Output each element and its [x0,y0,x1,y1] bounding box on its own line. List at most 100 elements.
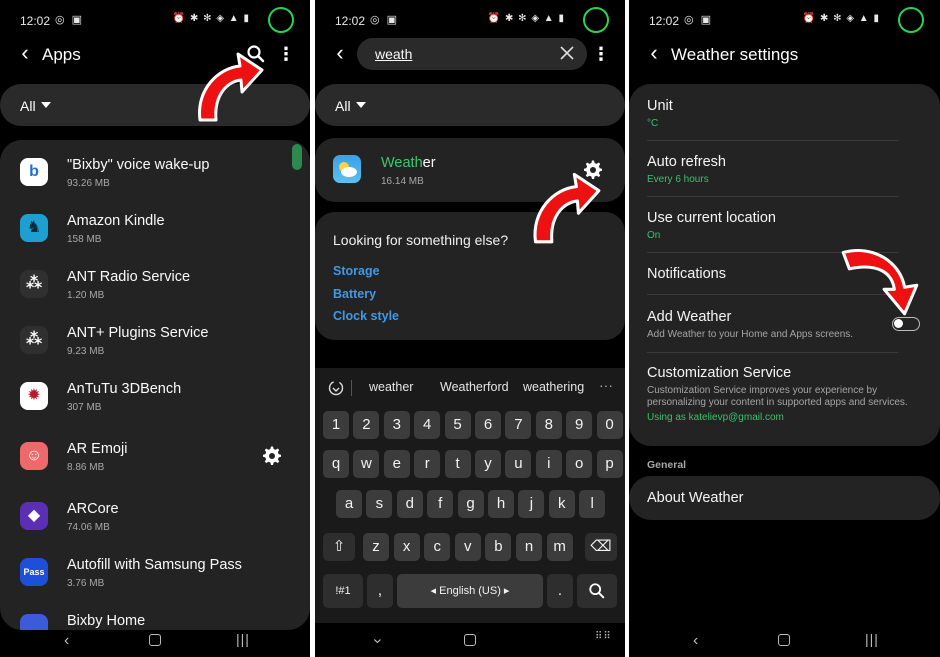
back-arrow-icon[interactable]: ‹ [329,42,351,66]
setting-unit[interactable]: Unit °C [647,98,917,129]
key-b[interactable]: b [485,533,512,561]
navigation-bar: ‹ ||| [0,627,310,657]
key-g[interactable]: g [457,490,484,518]
about-weather-item[interactable]: About Weather [629,476,940,520]
nav-back-icon[interactable]: ‹ [64,632,69,650]
key-t[interactable]: t [444,450,471,478]
divider [647,140,898,141]
back-arrow-icon[interactable]: ‹ [643,42,665,66]
key-space[interactable]: ◂ English (US) ▸ [397,574,543,608]
app-icon: ⁂ [20,270,48,298]
kb-suggestion-3[interactable]: weathering [523,380,584,394]
key-1[interactable]: 1 [323,411,349,439]
link-clock-style[interactable]: Clock style [333,309,399,323]
key-comma[interactable]: , [367,574,393,608]
search-bar: ‹ weath ⋮ [315,34,625,76]
key-x[interactable]: x [393,533,420,561]
key-v[interactable]: v [454,533,481,561]
app-list-item[interactable]: Pass Autofill with Samsung Pass 3.76 MB [0,546,310,602]
page-title: Weather settings [671,45,799,64]
key-h[interactable]: h [488,490,514,518]
nav-home-icon[interactable] [149,634,161,646]
key-backspace[interactable]: ⌫ [585,533,617,561]
nav-home-icon[interactable] [464,634,476,646]
link-storage[interactable]: Storage [333,264,380,278]
app-list-item[interactable]: ⁂ ANT Radio Service 1.20 MB [0,258,310,314]
notification-icons: ◎ ▣ [55,14,85,26]
key-0[interactable]: 0 [596,411,623,439]
keyboard-switch-icon[interactable]: ⠿⠿ [595,631,612,642]
key-shift[interactable]: ⇧ [323,533,355,561]
setting-auto-refresh[interactable]: Auto refresh Every 6 hours [647,154,917,185]
suggestions-title: Looking for something else? [333,232,509,248]
key-m[interactable]: m [546,533,573,561]
app-list-item[interactable]: Bixby Home [0,602,310,630]
app-list-item[interactable]: ☺ AR Emoji 8.86 MB [0,430,310,486]
key-p[interactable]: p [596,450,623,478]
key-k[interactable]: k [548,490,575,518]
key-r[interactable]: r [414,450,441,478]
nav-recents-icon[interactable]: ||| [865,631,879,647]
link-battery[interactable]: Battery [333,287,376,301]
key-3[interactable]: 3 [383,411,410,439]
key-j[interactable]: j [518,490,545,518]
search-icon [589,583,605,599]
key-y[interactable]: y [475,450,501,478]
app-list-item[interactable]: ◆ ARCore 74.06 MB [0,490,310,546]
app-size: 1.20 MB [67,290,105,301]
key-9[interactable]: 9 [566,411,593,439]
nav-back-icon[interactable]: ‹ [693,632,698,650]
divider [647,196,898,197]
battery-ring-icon [583,7,609,33]
back-arrow-icon[interactable]: ‹ [14,42,36,66]
clear-icon[interactable] [559,45,575,61]
gear-icon[interactable] [262,446,282,466]
nav-home-icon[interactable] [778,634,790,646]
key-4[interactable]: 4 [414,411,441,439]
key-8[interactable]: 8 [535,411,562,439]
key-s[interactable]: s [366,490,393,518]
key-q[interactable]: q [323,450,349,478]
key-d[interactable]: d [396,490,423,518]
more-options-icon[interactable]: ⋮ [591,43,611,65]
app-filter-dropdown[interactable]: All [315,84,625,126]
key-w[interactable]: w [353,450,380,478]
key-z[interactable]: z [363,533,389,561]
key-o[interactable]: o [566,450,593,478]
key-f[interactable]: f [427,490,454,518]
key-l[interactable]: l [579,490,606,518]
key-7[interactable]: 7 [505,411,532,439]
app-list-item[interactable]: b "Bixby" voice wake-up 93.26 MB [0,146,310,202]
app-icon: Pass [20,558,48,586]
kb-suggestion-2[interactable]: Weatherford [440,380,509,394]
key-symbols[interactable]: !#1 [323,574,363,608]
key-search[interactable] [577,574,617,608]
key-i[interactable]: i [535,450,562,478]
more-options-icon[interactable]: ⋮ [276,43,296,65]
hide-keyboard-icon[interactable]: ‹ [369,638,387,643]
app-list-item[interactable]: ✹ AnTuTu 3DBench 307 MB [0,370,310,426]
key-2[interactable]: 2 [353,411,380,439]
setting-customization-service[interactable]: Customization Service Customization Serv… [647,365,909,423]
key-c[interactable]: c [424,533,451,561]
key-5[interactable]: 5 [444,411,471,439]
status-time: 12:02 [20,14,51,28]
key-u[interactable]: u [505,450,532,478]
key-6[interactable]: 6 [475,411,501,439]
key-a[interactable]: a [336,490,362,518]
kb-suggestion-1[interactable]: weather [369,380,413,394]
key-n[interactable]: n [516,533,542,561]
section-header-general: General [647,459,687,471]
key-period[interactable]: . [547,574,573,608]
more-suggestions-icon[interactable]: ··· [599,377,613,393]
app-icon: ♞ [20,214,48,242]
search-query: weath [375,46,413,62]
clipboard-icon[interactable] [327,379,345,397]
key-e[interactable]: e [383,450,410,478]
search-input[interactable]: weath [357,38,587,70]
result-app-name: Weather [381,155,436,171]
app-list-item[interactable]: ♞ Amazon Kindle 158 MB [0,202,310,258]
nav-recents-icon[interactable]: ||| [236,631,250,647]
app-list-item[interactable]: ⁂ ANT+ Plugins Service 9.23 MB [0,314,310,370]
app-name: AR Emoji [67,441,128,457]
